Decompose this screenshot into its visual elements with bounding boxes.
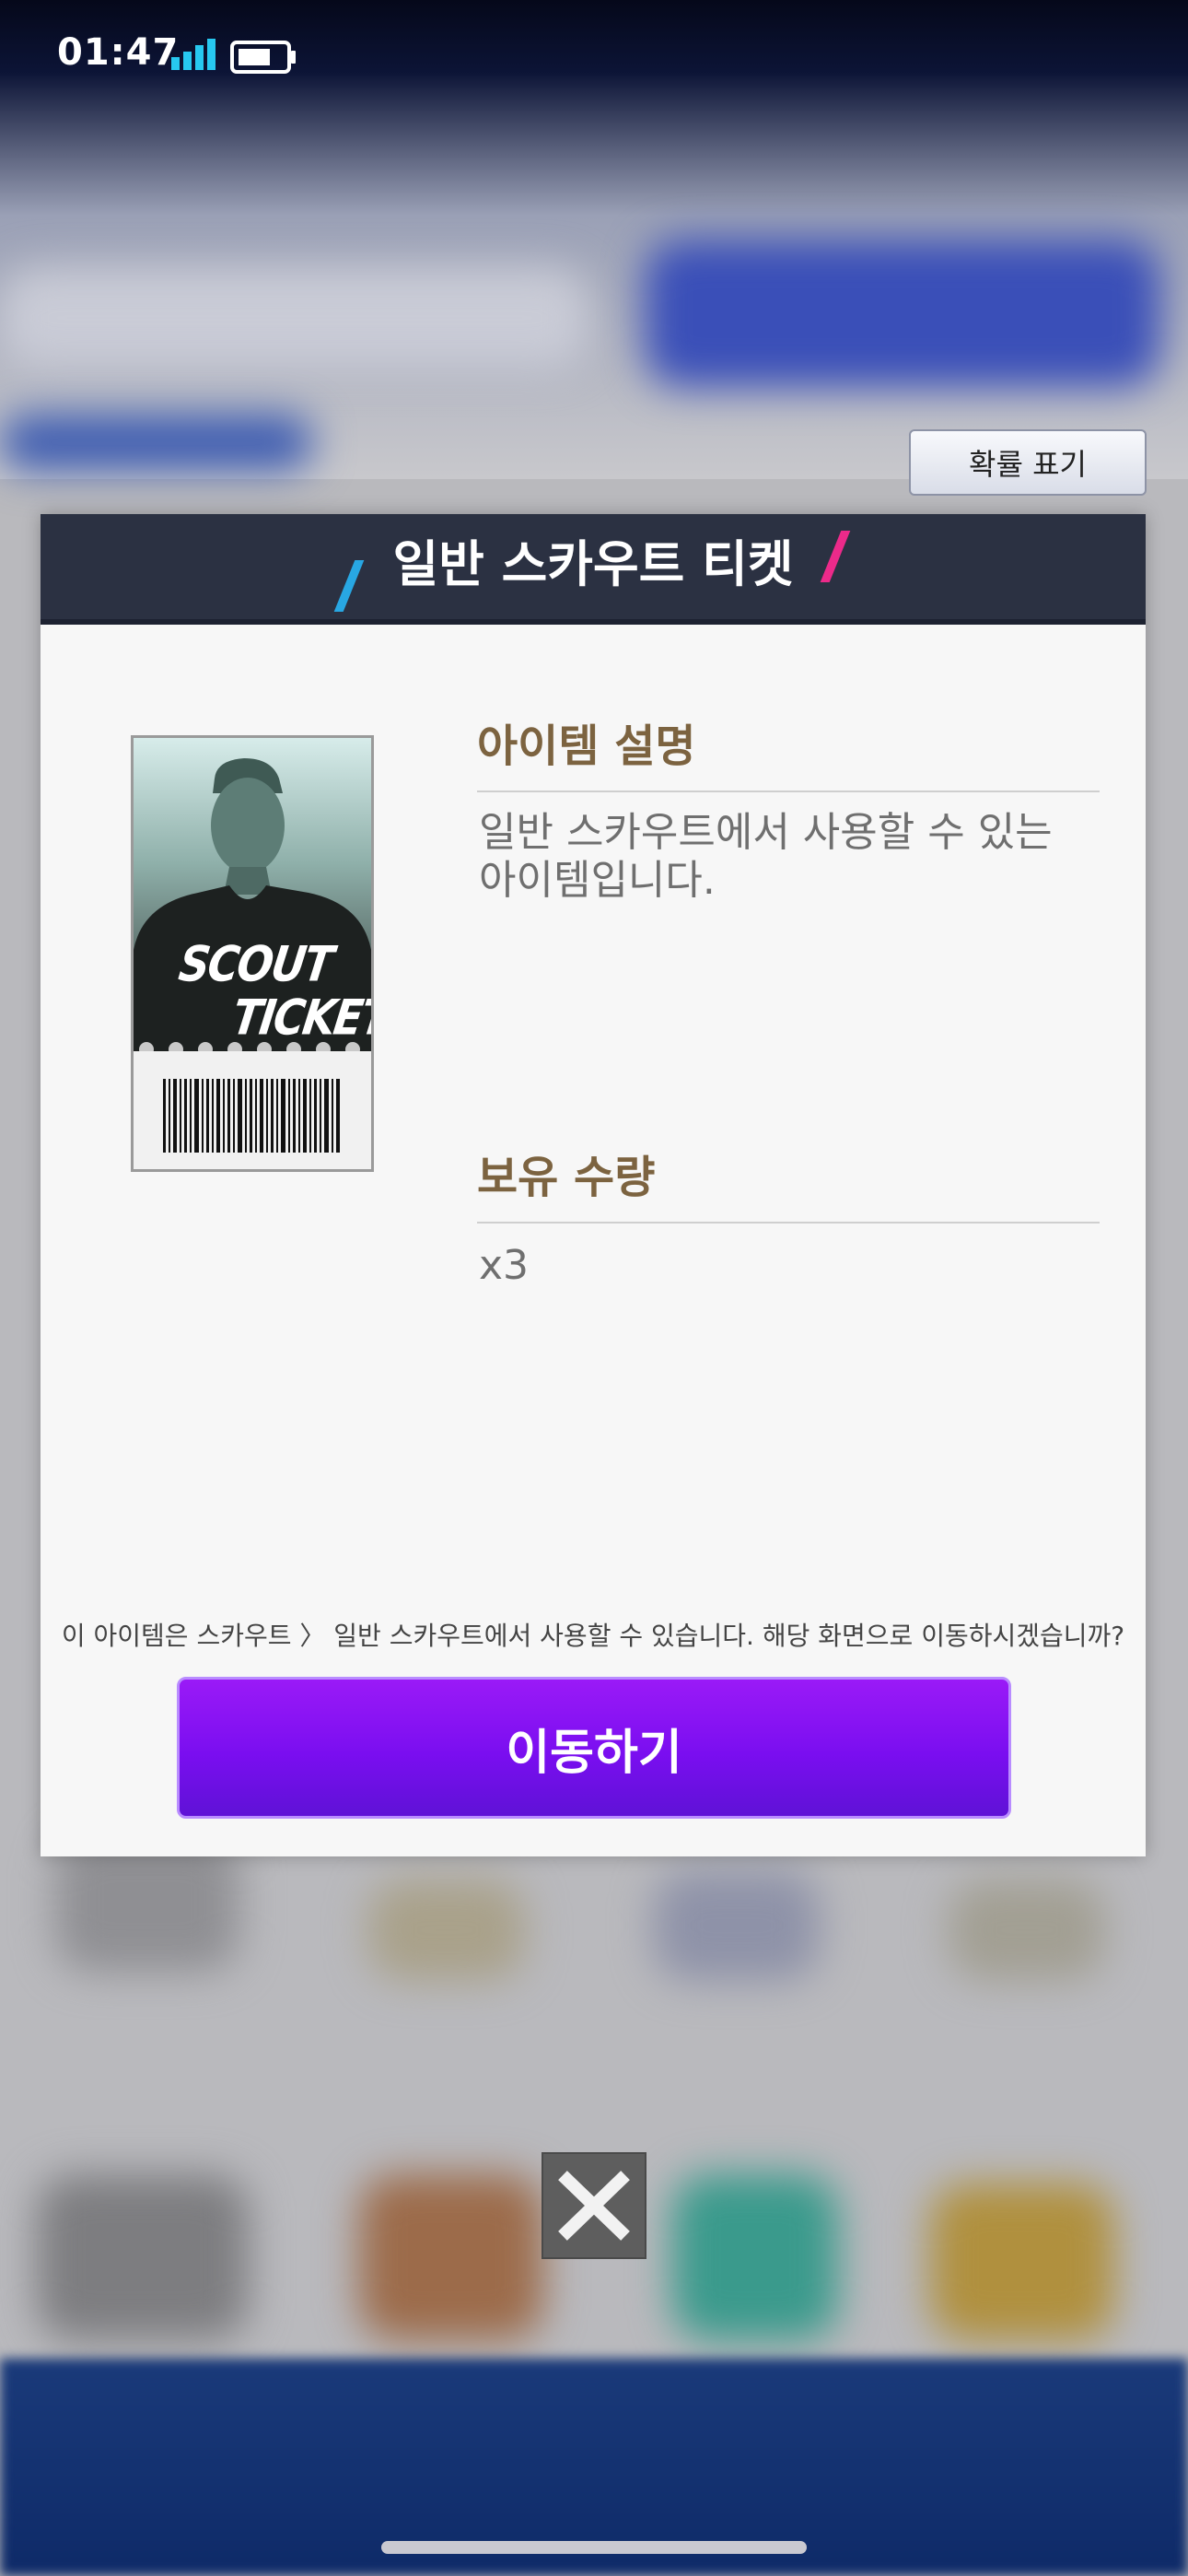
close-icon [558, 2171, 630, 2241]
ticket-label-line2: TICKET [228, 988, 374, 1047]
item-description-heading: 아이템 설명 [477, 709, 1100, 792]
dialog-title: 일반 스카우트 티켓 [392, 535, 794, 593]
go-button[interactable]: 이동하기 [177, 1677, 1011, 1819]
owned-quantity-value: x3 [479, 1242, 530, 1289]
item-info-dialog: 일반 스카우트 티켓 SCOUT TICKET 아이템 설명 일반 스카우트에서… [41, 514, 1146, 1856]
battery-icon [230, 41, 296, 74]
owned-quantity-heading: 보유 수량 [477, 1141, 1100, 1224]
dialog-header: 일반 스카우트 티켓 [41, 514, 1146, 625]
scout-ticket-image: SCOUT TICKET [131, 735, 374, 1172]
signal-icon [171, 39, 215, 70]
background-blob [368, 1879, 525, 1981]
barcode-icon [163, 1079, 340, 1153]
item-description-text: 일반 스카우트에서 사용할 수 있는 아이템입니다. [479, 809, 1105, 905]
background-blob [0, 415, 313, 470]
navigation-notice: 이 아이템은 스카우트 〉 일반 스카우트에서 사용할 수 있습니다. 해당 화… [61, 1621, 1125, 1651]
background-blob [949, 1879, 1105, 1981]
background-blob [0, 267, 589, 369]
background-blob [672, 2174, 838, 2340]
status-time: 01:47 [57, 31, 180, 74]
background-blob [359, 2174, 543, 2340]
status-bar: 01:47 [0, 0, 1188, 111]
ticket-label-line1: SCOUT [175, 934, 336, 993]
item-description-line2: 아이템입니다. [479, 857, 716, 904]
home-indicator[interactable] [381, 2541, 807, 2554]
background-blob [930, 2184, 1114, 2340]
probability-display-button[interactable]: 확률 표기 [909, 429, 1147, 496]
background-blob [37, 2174, 249, 2340]
close-button[interactable] [542, 2152, 646, 2259]
background-blob [645, 240, 1160, 387]
ticket-photo: SCOUT TICKET [134, 738, 371, 1051]
background-blob [654, 1870, 820, 1981]
item-description-line1: 일반 스카우트에서 사용할 수 있는 [479, 809, 1053, 856]
